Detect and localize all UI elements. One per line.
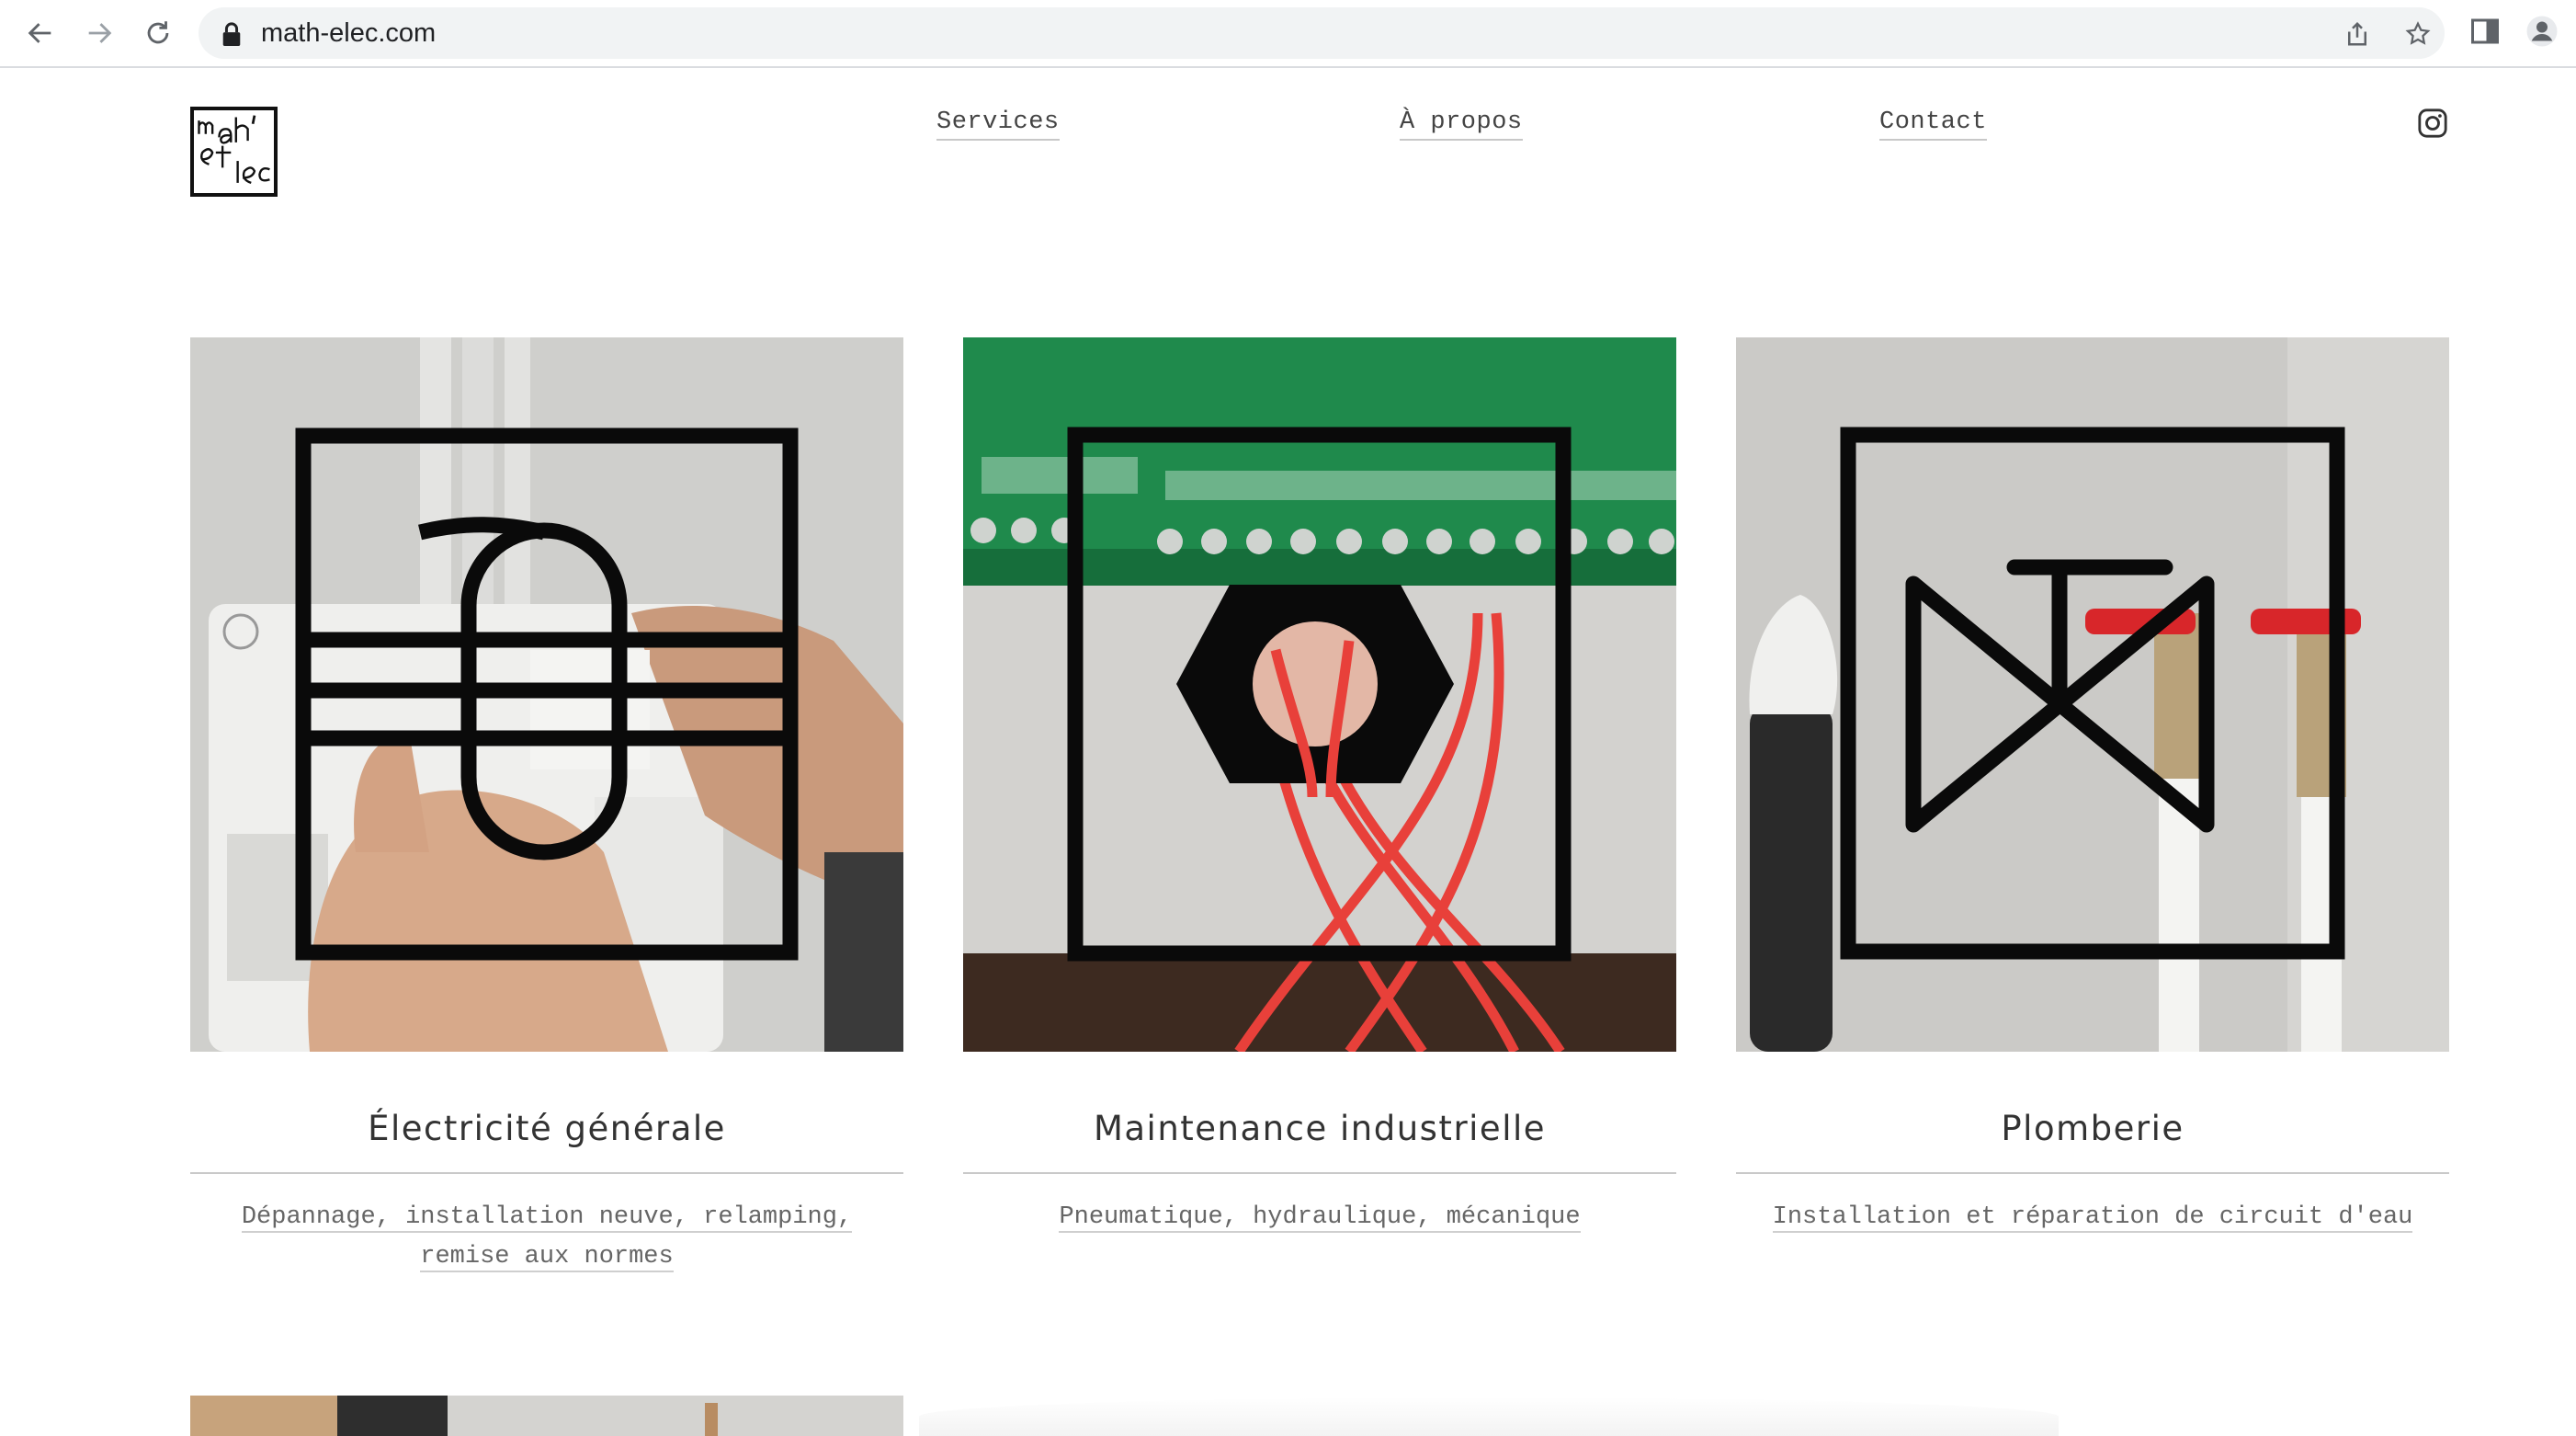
lock-icon[interactable] [221, 22, 243, 46]
electrical-photo-with-symbol [190, 337, 903, 1052]
profile-icon[interactable] [2525, 15, 2559, 48]
reload-icon[interactable] [140, 15, 176, 51]
service-title[interactable]: Maintenance industrielle [963, 1109, 1676, 1148]
share-icon[interactable] [2343, 20, 2371, 48]
card-divider [190, 1172, 903, 1174]
service-description: Installation et réparation de circuit d'… [1736, 1198, 2449, 1237]
service-image-electricite[interactable] [190, 337, 903, 1052]
service-title[interactable]: Plomberie [1736, 1109, 2449, 1148]
browser-toolbar: math-elec.com [0, 0, 2576, 68]
logo-mark [198, 115, 270, 185]
nav-contact-link[interactable]: Contact [1879, 108, 1987, 141]
service-image-next[interactable] [190, 1396, 903, 1436]
service-card-plomberie[interactable]: Plomberie Installation et réparation de … [1736, 337, 2449, 1237]
description-line[interactable]: Installation et réparation de circuit d'… [1772, 1203, 2413, 1233]
description-line[interactable]: Dépannage, installation neuve, relamping… [241, 1203, 853, 1233]
plumbing-photo-with-symbol [1736, 337, 2449, 1052]
service-description: Dépannage, installation neuve, relamping… [190, 1198, 903, 1277]
service-image-plomberie[interactable] [1736, 337, 2449, 1052]
card-divider [963, 1172, 1676, 1174]
site-logo[interactable] [190, 107, 278, 197]
next-photo-peek [190, 1396, 903, 1436]
service-card-electricite[interactable]: Électricité générale Dépannage, installa… [190, 337, 903, 1277]
bookmark-star-icon[interactable] [2404, 20, 2432, 48]
forward-icon[interactable] [81, 15, 118, 51]
service-image-maintenance[interactable] [963, 337, 1676, 1052]
instagram-icon[interactable] [2417, 108, 2448, 139]
back-icon[interactable] [22, 15, 59, 51]
side-panel-icon[interactable] [2468, 15, 2502, 48]
url-text[interactable]: math-elec.com [261, 7, 436, 59]
description-line[interactable]: Pneumatique, hydraulique, mécanique [1059, 1203, 1581, 1233]
service-description: Pneumatique, hydraulique, mécanique [963, 1198, 1676, 1237]
service-card-maintenance[interactable]: Maintenance industrielle Pneumatique, hy… [963, 337, 1676, 1237]
card-divider [1736, 1172, 2449, 1174]
industrial-photo-with-symbol [963, 337, 1676, 1052]
service-title[interactable]: Électricité générale [190, 1109, 903, 1148]
nav-services-link[interactable]: Services [936, 108, 1060, 141]
description-line[interactable]: remise aux normes [420, 1243, 674, 1272]
nav-about-link[interactable]: À propos [1400, 108, 1523, 141]
scroll-shadow [919, 1397, 2059, 1436]
address-bar[interactable]: math-elec.com [199, 7, 2445, 59]
